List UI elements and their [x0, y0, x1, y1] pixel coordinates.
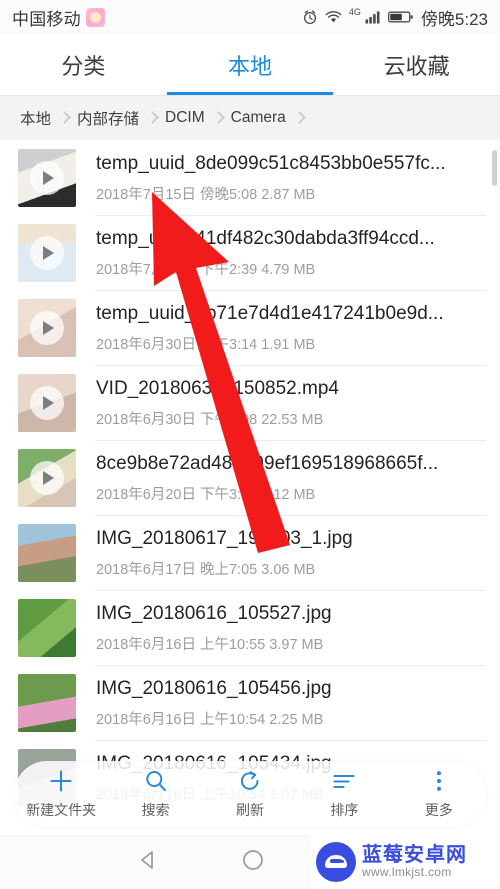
refresh-label: 刷新 [235, 802, 264, 818]
watermark: 蓝莓安卓网 www.lmkjst.com [310, 835, 500, 889]
carrier-label: 中国移动 [12, 9, 81, 29]
back-triangle-icon[interactable] [135, 847, 161, 878]
network-type-label: 4G [348, 6, 361, 17]
status-bar-right: 4G 傍晚5:23 [302, 5, 488, 30]
breadcrumb-item-internal-storage[interactable]: 内部存储 [75, 107, 141, 129]
new-folder-label: 新建文件夹 [26, 802, 97, 818]
sort-lines-icon [331, 768, 357, 794]
chevron-right-icon [209, 109, 227, 127]
file-thumbnail [18, 523, 76, 582]
tab-bar: 分类 本地 云收藏 [0, 34, 500, 96]
file-info: 2018年6月16日 上午10:54 2.25 MB [96, 711, 324, 728]
watermark-text: 蓝莓安卓网 www.lmkjst.com [362, 845, 467, 879]
watermark-site-url: www.lmkjst.com [362, 865, 452, 880]
new-folder-button[interactable]: 新建文件夹 [15, 768, 107, 820]
table-row[interactable]: 8ce9b8e72ad486799ef169518968665f... 2018… [0, 440, 500, 515]
file-thumbnail [18, 373, 76, 432]
file-info: 2018年7月15日 下午2:39 4.79 MB [96, 261, 316, 278]
table-row[interactable]: VID_20180630_150852.mp4 2018年6月30日 下午3:0… [0, 365, 500, 440]
play-icon [30, 310, 64, 345]
android-mascot-logo-icon [316, 842, 356, 882]
watermark-site-name: 蓝莓安卓网 [362, 844, 467, 867]
table-row[interactable]: temp_uuid_41df482c30dabda3ff94ccd... 201… [0, 215, 500, 290]
phone-screen: 中国移动 4G 傍晚5:23 分类 本地 云收藏 本地 内部存储 DCIM Ca… [0, 0, 500, 889]
sort-button[interactable]: 排序 [298, 768, 390, 820]
bottom-toolbar: 新建文件夹 搜索 刷新 排序 更多 [14, 761, 486, 827]
file-info: 2018年6月17日 晚上7:05 3.06 MB [96, 561, 316, 578]
file-info: 2018年6月30日 下午3:14 1.91 MB [96, 336, 316, 353]
file-name: IMG_20180616_105456.jpg [96, 678, 332, 700]
signal-bars-icon [365, 10, 381, 24]
file-name: temp_uuid_8de099c51c8453bb0e557fc... [96, 153, 446, 175]
file-thumbnail [18, 298, 76, 357]
table-row[interactable]: temp_uuid_0b71e7d4d1e417241b0e9d... 2018… [0, 290, 500, 365]
file-meta: IMG_20180617_190503_1.jpg 2018年6月17日 晚上7… [76, 526, 486, 579]
sort-label: 排序 [330, 802, 359, 818]
chevron-right-icon [290, 109, 308, 127]
file-thumbnail [18, 148, 76, 207]
more-label: 更多 [424, 802, 453, 818]
home-circle-icon[interactable] [240, 847, 266, 878]
battery-icon [387, 10, 414, 24]
more-button[interactable]: 更多 [393, 768, 485, 820]
more-vertical-dots-icon [426, 768, 452, 794]
file-meta: IMG_20180616_105527.jpg 2018年6月16日 上午10:… [76, 601, 486, 654]
file-meta: VID_20180630_150852.mp4 2018年6月30日 下午3:0… [76, 376, 486, 429]
file-name: temp_uuid_0b71e7d4d1e417241b0e9d... [96, 303, 444, 325]
file-thumbnail [18, 223, 76, 282]
breadcrumb-item-dcim[interactable]: DCIM [163, 109, 207, 127]
status-bar-left: 中国移动 [12, 5, 105, 30]
file-name: temp_uuid_41df482c30dabda3ff94ccd... [96, 228, 435, 250]
file-info: 2018年6月20日 下午3:43 3.12 MB [96, 486, 316, 503]
file-name: IMG_20180616_105527.jpg [96, 603, 332, 625]
file-meta: IMG_20180616_105456.jpg 2018年6月16日 上午10:… [76, 676, 486, 729]
file-thumbnail [18, 448, 76, 507]
clock-label: 傍晚5:23 [420, 9, 488, 29]
breadcrumb-item-camera[interactable]: Camera [229, 109, 288, 127]
tab-cloud-favorites[interactable]: 云收藏 [333, 34, 500, 95]
tab-local[interactable]: 本地 [167, 34, 334, 95]
file-thumbnail [18, 598, 76, 657]
scrollbar[interactable] [492, 150, 497, 186]
search-icon [143, 768, 169, 794]
file-list[interactable]: temp_uuid_8de099c51c8453bb0e557fc... 201… [0, 140, 500, 835]
file-name: IMG_20180617_190503_1.jpg [96, 528, 353, 550]
table-row[interactable]: temp_uuid_8de099c51c8453bb0e557fc... 201… [0, 140, 500, 215]
chevron-right-icon [143, 109, 161, 127]
refresh-icon [237, 768, 263, 794]
search-button[interactable]: 搜索 [110, 768, 202, 820]
file-meta: temp_uuid_0b71e7d4d1e417241b0e9d... 2018… [76, 301, 486, 354]
file-info: 2018年6月16日 上午10:55 3.97 MB [96, 636, 324, 653]
file-meta: 8ce9b8e72ad486799ef169518968665f... 2018… [76, 451, 486, 504]
play-icon [30, 235, 64, 270]
breadcrumb: 本地 内部存储 DCIM Camera [0, 96, 500, 140]
file-info: 2018年6月30日 下午3:08 22.53 MB [96, 411, 324, 428]
table-row[interactable]: IMG_20180616_105527.jpg 2018年6月16日 上午10:… [0, 590, 500, 665]
wifi-icon [325, 10, 342, 24]
alarm-clock-icon [302, 9, 318, 25]
file-thumbnail [18, 673, 76, 732]
file-name: 8ce9b8e72ad486799ef169518968665f... [96, 453, 439, 475]
table-row[interactable]: IMG_20180617_190503_1.jpg 2018年6月17日 晚上7… [0, 515, 500, 590]
sim-app-badge-icon [85, 7, 105, 27]
status-bar: 中国移动 4G 傍晚5:23 [0, 0, 500, 34]
search-label: 搜索 [141, 802, 170, 818]
file-meta: temp_uuid_8de099c51c8453bb0e557fc... 201… [76, 151, 486, 204]
breadcrumb-item-local[interactable]: 本地 [18, 107, 53, 129]
play-icon [30, 160, 64, 195]
chevron-right-icon [55, 109, 73, 127]
nav-bar: 蓝莓安卓网 www.lmkjst.com [0, 835, 500, 889]
tab-categories[interactable]: 分类 [0, 34, 167, 95]
file-meta: temp_uuid_41df482c30dabda3ff94ccd... 201… [76, 226, 486, 279]
table-row[interactable]: IMG_20180616_105456.jpg 2018年6月16日 上午10:… [0, 665, 500, 740]
play-icon [30, 385, 64, 420]
plus-icon [48, 768, 74, 794]
play-icon [30, 460, 64, 495]
refresh-button[interactable]: 刷新 [204, 768, 296, 820]
file-info: 2018年7月15日 傍晚5:08 2.87 MB [96, 186, 316, 203]
file-name: VID_20180630_150852.mp4 [96, 378, 339, 400]
